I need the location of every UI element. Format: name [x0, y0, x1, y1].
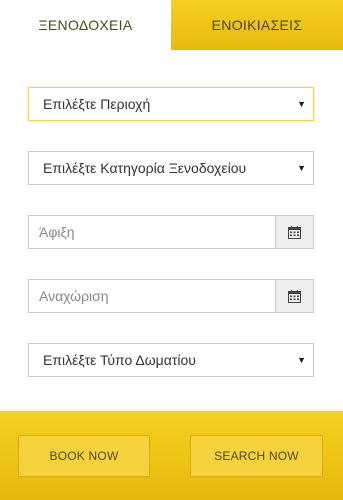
book-now-button[interactable]: BOOK NOW	[18, 435, 150, 477]
action-footer: BOOK NOW SEARCH NOW	[0, 411, 343, 500]
search-now-button[interactable]: SEARCH NOW	[190, 435, 323, 477]
caret-down-icon: ▼	[297, 99, 306, 109]
region-select[interactable]: Επιλέξτε Περιοχή ▼	[28, 87, 314, 121]
calendar-icon	[288, 225, 301, 239]
departure-date-field[interactable]: Αναχώριση	[28, 279, 314, 313]
arrival-date-field[interactable]: Άφιξη	[28, 215, 314, 249]
tab-bar: ΞΕΝΟΔΟΧΕΙΑ ΕΝΟΙΚΙΑΣΕΙΣ	[0, 0, 343, 50]
hotel-category-select[interactable]: Επιλέξτε Κατηγορία Ξενοδοχείου ▼	[28, 151, 314, 185]
region-select-value: Επιλέξτε Περιοχή	[43, 96, 151, 112]
hotel-category-select-value: Επιλέξτε Κατηγορία Ξενοδοχείου	[43, 160, 247, 176]
search-now-label: SEARCH NOW	[214, 449, 299, 463]
tab-rentals-label: ΕΝΟΙΚΙΑΣΕΙΣ	[211, 17, 303, 33]
departure-date-input[interactable]: Αναχώριση	[39, 280, 109, 312]
room-type-select[interactable]: Επιλέξτε Τύπο Δωματίου ▼	[28, 343, 314, 377]
arrival-calendar-button[interactable]	[275, 216, 313, 248]
tab-rentals[interactable]: ΕΝΟΙΚΙΑΣΕΙΣ	[171, 0, 343, 50]
arrival-date-input[interactable]: Άφιξη	[39, 216, 75, 248]
room-type-select-value: Επιλέξτε Τύπο Δωματίου	[43, 352, 196, 368]
caret-down-icon: ▼	[297, 163, 306, 173]
book-now-label: BOOK NOW	[49, 449, 119, 463]
tab-hotels[interactable]: ΞΕΝΟΔΟΧΕΙΑ	[0, 0, 171, 50]
caret-down-icon: ▼	[297, 355, 306, 365]
calendar-icon	[288, 289, 301, 303]
departure-calendar-button[interactable]	[275, 280, 313, 312]
tab-hotels-label: ΞΕΝΟΔΟΧΕΙΑ	[38, 17, 133, 33]
